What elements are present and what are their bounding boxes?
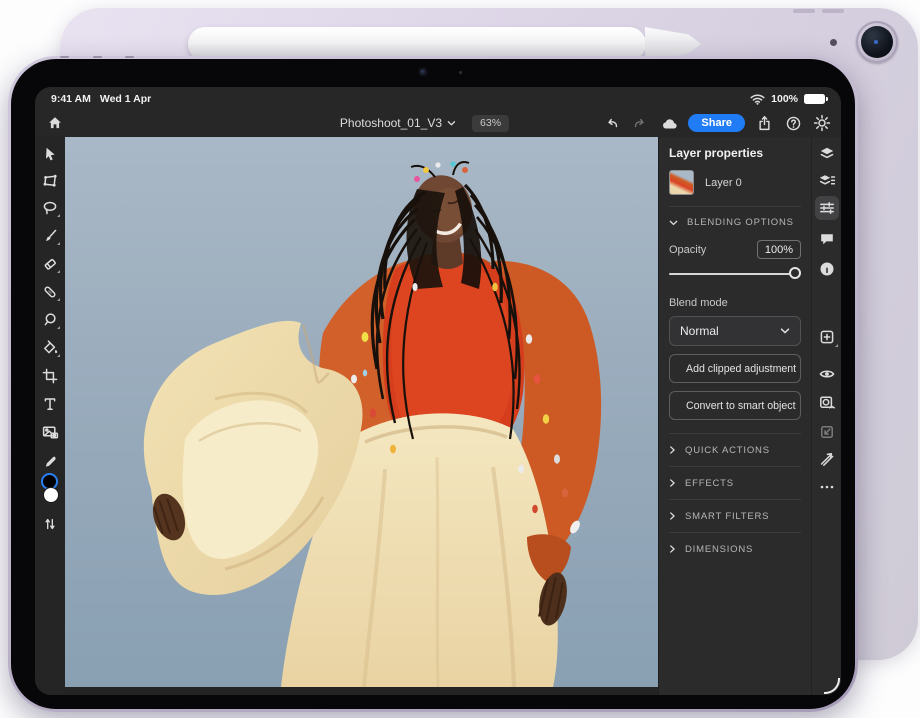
chevron-right-icon	[669, 478, 676, 488]
convert-smart-object-button[interactable]: Convert to smart object	[669, 391, 801, 420]
layer-row[interactable]: Layer 0	[669, 170, 801, 195]
lasso-select-tool[interactable]	[39, 197, 61, 219]
rear-camera-lens	[861, 26, 893, 58]
share-button[interactable]: Share	[688, 114, 745, 132]
layer-thumbnail[interactable]	[669, 170, 694, 195]
blend-mode-select[interactable]: Normal	[669, 316, 801, 346]
section-effects[interactable]: EFFECTS	[669, 466, 801, 499]
rear-ipad-button	[793, 9, 815, 13]
document-title-dropdown[interactable]: Photoshoot_01_V3	[340, 116, 456, 130]
more-options-icon[interactable]	[815, 475, 839, 499]
blending-options-header[interactable]: BLENDING OPTIONS	[669, 207, 801, 238]
brush-tool[interactable]	[39, 225, 61, 247]
section-quick-actions[interactable]: QUICK ACTIONS	[669, 433, 801, 466]
type-tool[interactable]	[39, 393, 61, 415]
add-layer-icon[interactable]	[815, 325, 839, 349]
date: Wed 1 Apr	[100, 93, 151, 105]
tool-rail	[35, 137, 65, 695]
opacity-value-field[interactable]: 100%	[757, 240, 801, 259]
zoom-level-button[interactable]: 63%	[472, 115, 509, 132]
visibility-icon[interactable]	[815, 362, 839, 386]
clock: 9:41 AM	[51, 93, 91, 105]
layer-properties-panel: Layer properties Layer 0 BLENDING OPTION…	[658, 137, 811, 695]
swap-colors-button[interactable]	[39, 513, 61, 535]
clip-mask-icon[interactable]	[815, 447, 839, 471]
slider-knob[interactable]	[789, 267, 801, 279]
redo-button[interactable]	[630, 113, 650, 133]
lens-glint	[874, 40, 878, 44]
eraser-tool[interactable]	[39, 253, 61, 275]
opacity-slider[interactable]	[669, 267, 801, 281]
comments-icon[interactable]	[815, 227, 839, 251]
layer-properties-icon[interactable]	[815, 196, 839, 220]
rear-microphone	[830, 39, 837, 46]
battery-icon	[804, 94, 825, 104]
info-icon[interactable]	[815, 257, 839, 281]
healing-brush-tool[interactable]	[39, 281, 61, 303]
slider-track[interactable]	[669, 273, 797, 275]
transform-tool[interactable]	[39, 170, 61, 192]
marketing-scene: 9:41 AM Wed 1 Apr 100%	[0, 0, 920, 718]
layers-detail-icon[interactable]	[815, 169, 839, 193]
dodge-burn-tool[interactable]	[39, 309, 61, 331]
rear-ipad-button	[822, 9, 844, 13]
front-ipad-device: 9:41 AM Wed 1 Apr 100%	[8, 56, 858, 712]
home-button[interactable]	[43, 111, 67, 135]
chevron-right-icon	[669, 511, 676, 521]
edge-mic-hole	[93, 56, 102, 58]
front-camera	[420, 69, 426, 75]
panel-title: Layer properties	[669, 146, 801, 160]
edge-mic-hole	[125, 56, 134, 58]
bezel: 9:41 AM Wed 1 Apr 100%	[11, 59, 855, 709]
settings-gear-icon[interactable]	[812, 113, 832, 133]
chevron-down-icon	[447, 120, 456, 127]
chevron-down-icon	[780, 327, 790, 335]
app-top-bar: Photoshoot_01_V3 63%	[35, 109, 841, 137]
export-icon[interactable]	[754, 113, 774, 133]
front-mic	[459, 71, 462, 74]
fill-tool[interactable]	[39, 337, 61, 359]
opacity-label: Opacity	[669, 244, 706, 256]
help-icon[interactable]	[783, 113, 803, 133]
blend-mode-label: Blend mode	[669, 297, 801, 309]
layer-name: Layer 0	[705, 177, 742, 189]
mask-icon[interactable]	[815, 391, 839, 415]
rear-camera	[856, 21, 898, 63]
eyedropper-tool[interactable]	[39, 451, 61, 473]
wifi-icon	[750, 94, 765, 105]
canvas-photo[interactable]	[65, 137, 658, 687]
move-tool[interactable]	[39, 143, 61, 165]
workspace: Layer properties Layer 0 BLENDING OPTION…	[35, 137, 841, 695]
add-clipped-adjustment-button[interactable]: Add clipped adjustment	[669, 354, 801, 383]
cloud-sync-icon[interactable]	[659, 113, 679, 133]
chevron-right-icon	[669, 544, 676, 554]
layers-compact-icon[interactable]	[815, 142, 839, 166]
chevron-down-icon	[669, 219, 678, 227]
photoshop-app: 9:41 AM Wed 1 Apr 100%	[35, 87, 841, 695]
send-to-icon[interactable]	[815, 420, 839, 444]
section-dimensions[interactable]: DIMENSIONS	[669, 532, 801, 565]
place-photo-tool[interactable]	[39, 421, 61, 443]
document-title: Photoshoot_01_V3	[340, 116, 442, 130]
ios-status-bar: 9:41 AM Wed 1 Apr 100%	[35, 87, 841, 109]
panel-icon-rail	[811, 137, 841, 695]
chevron-right-icon	[669, 445, 676, 455]
section-smart-filters[interactable]: SMART FILTERS	[669, 499, 801, 532]
undo-button[interactable]	[601, 113, 621, 133]
battery-percent: 100%	[771, 93, 798, 105]
crop-tool[interactable]	[39, 365, 61, 387]
background-color-swatch[interactable]	[43, 487, 59, 503]
edge-mic-hole	[60, 56, 69, 58]
